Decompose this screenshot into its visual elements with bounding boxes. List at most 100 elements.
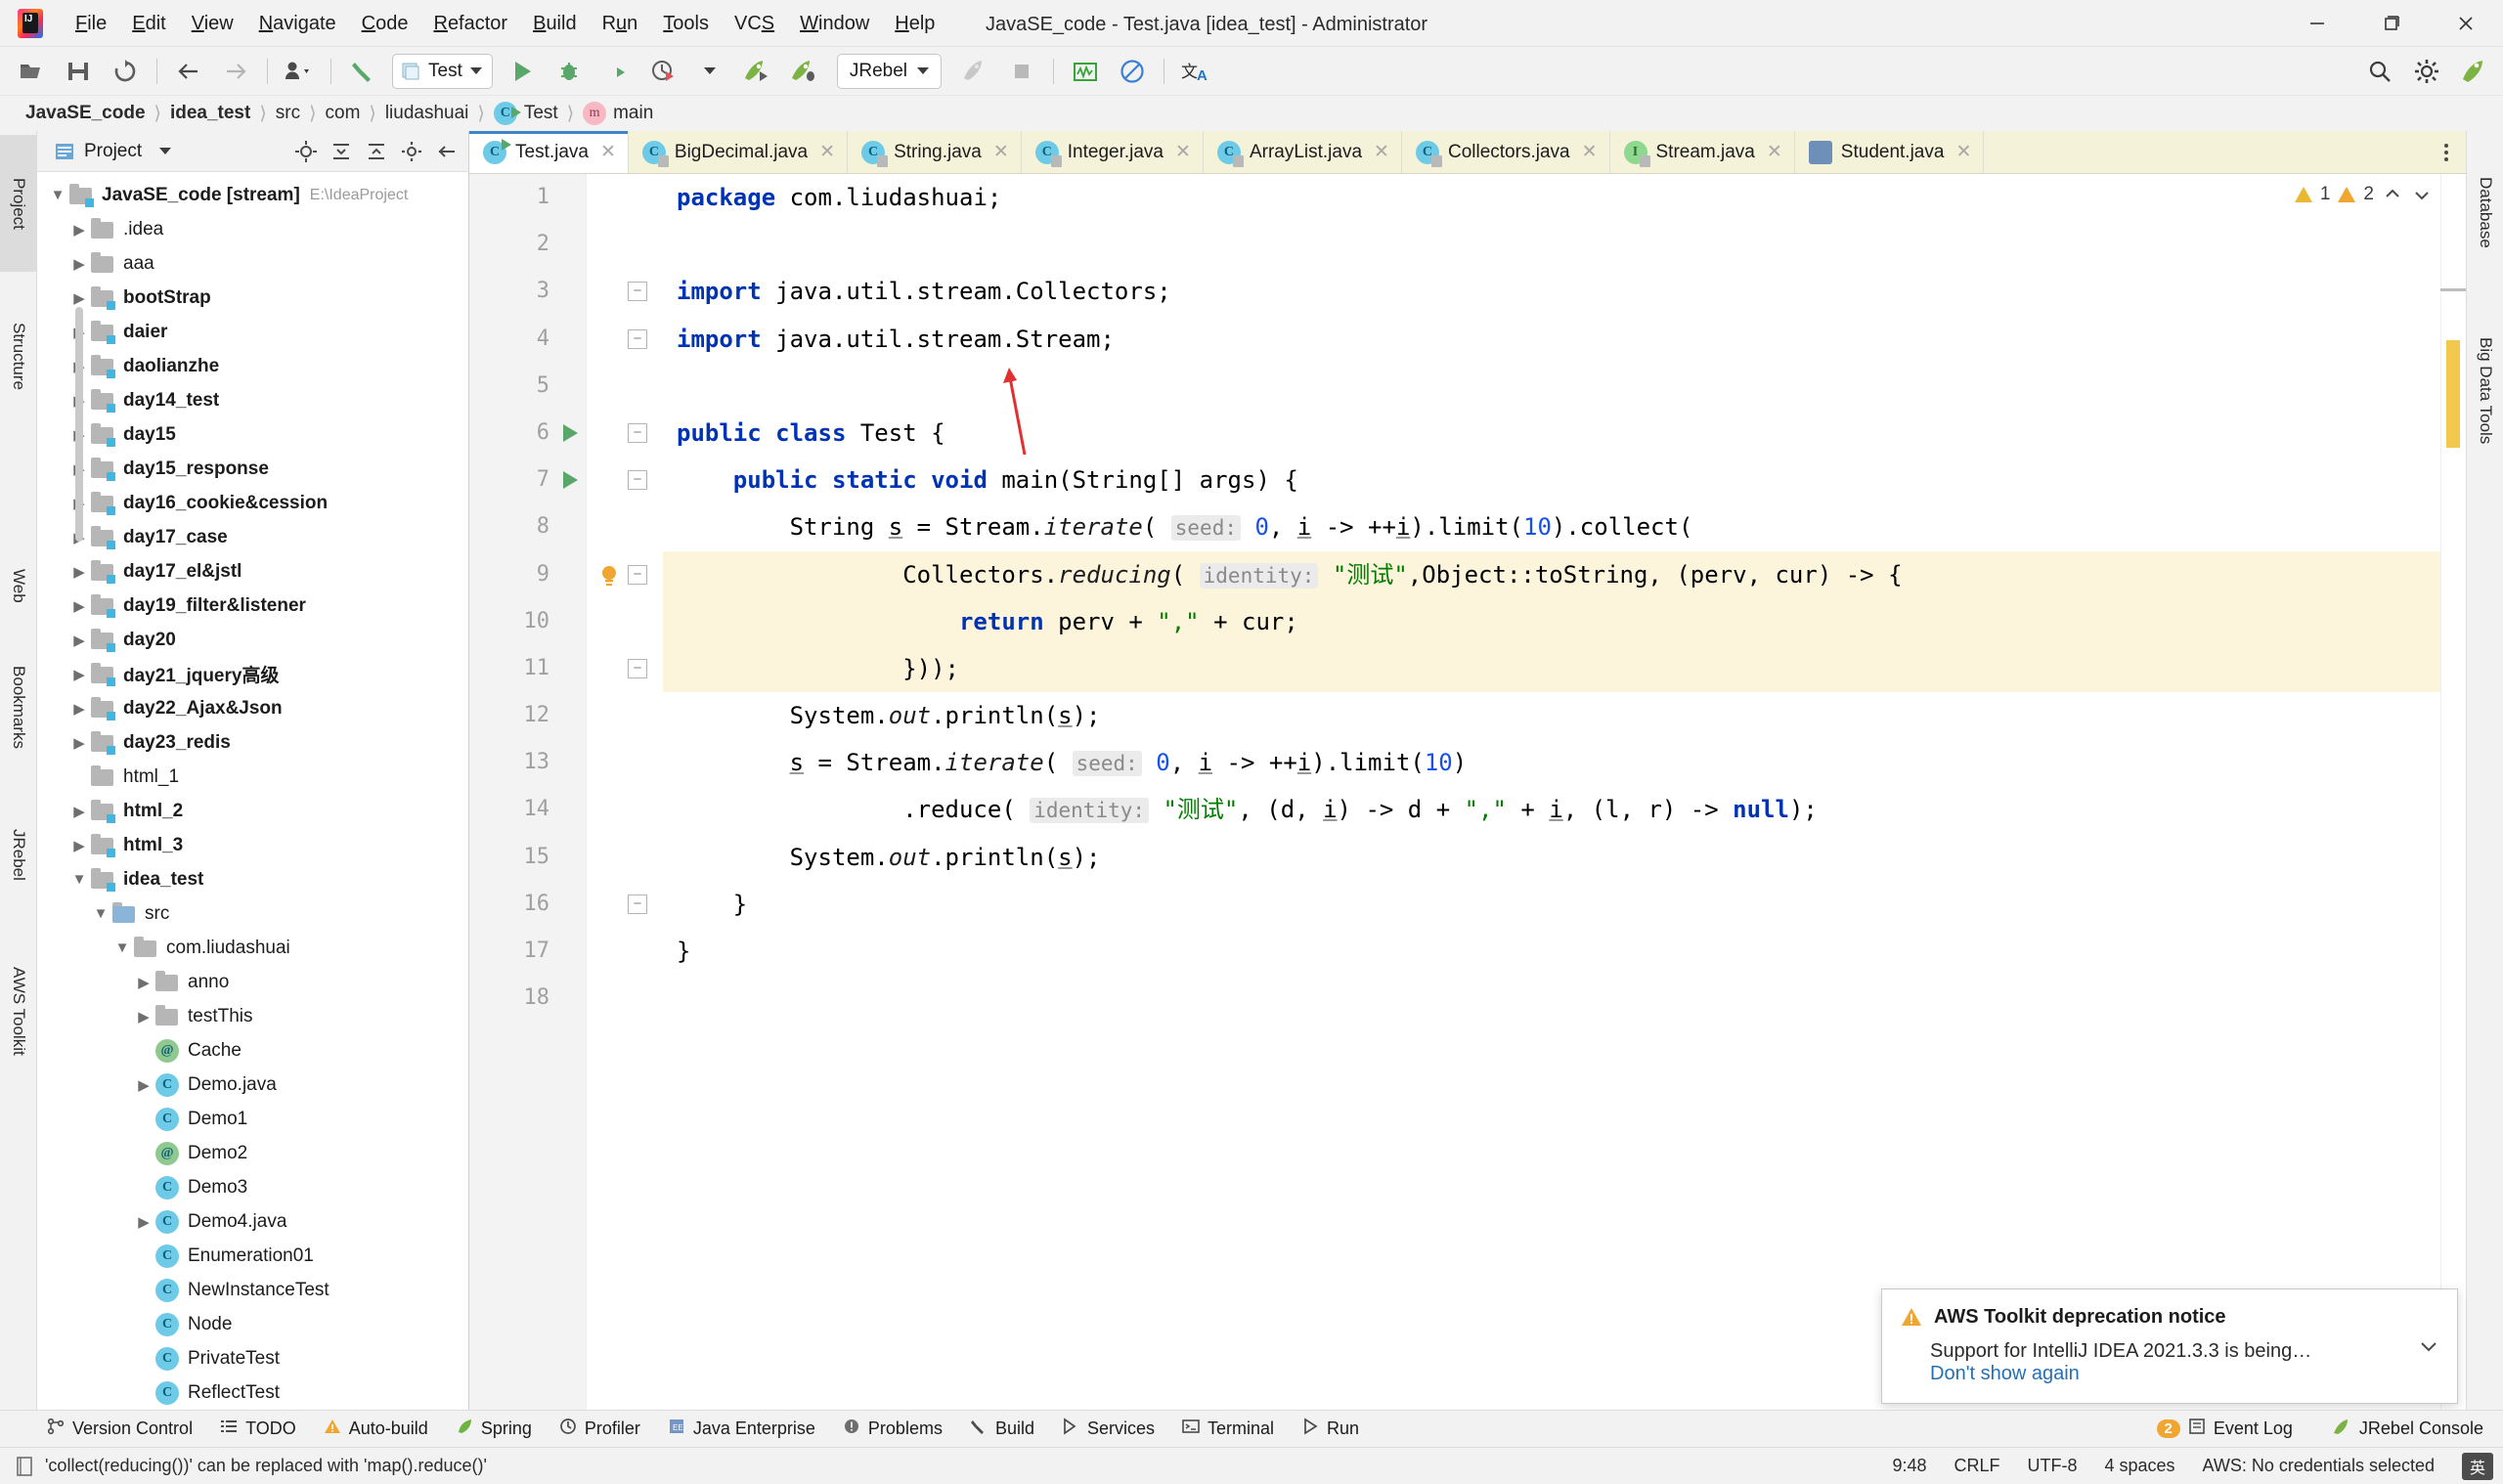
close-icon[interactable]: ✕ [1374, 141, 1389, 163]
jrebel-configuration-selector[interactable]: JRebel [836, 53, 943, 89]
editor-tab-bigdecimal-java[interactable]: C BigDecimal.java ✕ [628, 131, 849, 173]
close-icon[interactable]: ✕ [1175, 141, 1191, 163]
menu-file[interactable]: FFileile [63, 8, 119, 39]
chevron-down-icon[interactable] [917, 67, 930, 74]
dont-show-again-link[interactable]: Don't show again [1900, 1363, 2080, 1384]
close-button[interactable] [2429, 0, 2503, 47]
aws-credentials[interactable]: AWS: No credentials selected [2203, 1456, 2435, 1476]
chevron-right-icon[interactable]: ▶ [68, 563, 90, 581]
menu-bar[interactable]: FFileile Edit View Navigate Code Refacto… [63, 0, 947, 47]
tree-node[interactable]: C Demo3 [37, 1170, 468, 1204]
chevron-right-icon[interactable]: ▶ [68, 255, 90, 273]
sidebar-tab-structure[interactable]: Structure [0, 278, 37, 434]
tree-node[interactable]: C Demo1 [37, 1102, 468, 1136]
sync-icon[interactable] [106, 52, 145, 91]
search-icon[interactable] [2360, 52, 2399, 91]
tree-node[interactable]: html_1 [37, 760, 468, 794]
tree-node[interactable]: ▶day14_test [37, 383, 468, 417]
build-hammer-icon[interactable] [343, 52, 382, 91]
ime-indicator[interactable]: 英 [2461, 1452, 2493, 1480]
tool-window-run[interactable]: Run [1290, 1414, 1371, 1444]
menu-help[interactable]: Help [882, 8, 947, 39]
editor-tab-test-java[interactable]: C Test.java ✕ [469, 131, 629, 173]
window-controls[interactable] [2280, 0, 2503, 47]
tree-node[interactable]: ▶ .idea [37, 212, 468, 246]
code-line[interactable]: System.out.println(s); [663, 692, 2466, 739]
sidebar-tab-bookmarks[interactable]: Bookmarks [0, 630, 37, 786]
chevron-down-icon[interactable] [2416, 1333, 2441, 1359]
tree-node[interactable]: ▶ testThis [37, 999, 468, 1033]
code-line[interactable] [663, 363, 2466, 410]
chevron-down-icon[interactable] [150, 136, 181, 167]
code-fold-toggle[interactable]: − [628, 895, 647, 914]
menu-vcs[interactable]: VCS [722, 8, 787, 39]
chevron-right-icon[interactable]: ▶ [68, 221, 90, 239]
menu-refactor[interactable]: Refactor [420, 8, 520, 39]
editor-tab-string-java[interactable]: C String.java ✕ [848, 131, 1022, 173]
profile-dropdown-caret-icon[interactable] [690, 52, 729, 91]
tree-node[interactable]: ▶ day19_filter&listener [37, 589, 468, 623]
code-line[interactable]: Collectors.reducing( identity: "测试",Obje… [663, 550, 2466, 598]
menu-window[interactable]: Window [787, 8, 882, 39]
open-folder-icon[interactable] [12, 52, 51, 91]
inspection-summary[interactable]: 1 2 [2294, 184, 2433, 205]
close-icon[interactable]: ✕ [1955, 141, 1971, 163]
project-tree-scrollbar[interactable] [75, 307, 83, 542]
tree-node[interactable]: ▶ day22_Ajax&Json [37, 691, 468, 725]
tree-node[interactable]: ▶daier [37, 315, 468, 349]
chevron-right-icon[interactable]: ▶ [68, 632, 90, 649]
debug-icon[interactable] [549, 52, 589, 91]
code-line[interactable]: package com.liudashuai; [663, 174, 2466, 221]
code-fold-toggle[interactable]: − [628, 659, 647, 678]
run-icon[interactable] [503, 52, 542, 91]
code-line[interactable]: } [663, 928, 2466, 975]
tree-node[interactable]: ▶daolianzhe [37, 349, 468, 383]
tree-node[interactable]: C Enumeration01 [37, 1239, 468, 1273]
run-configuration-selector[interactable]: Test [392, 53, 493, 89]
menu-edit[interactable]: Edit [119, 8, 178, 39]
code-fold-toggle[interactable]: − [628, 423, 647, 443]
sidebar-tab-web[interactable]: Web [0, 542, 37, 630]
tree-node[interactable]: ▶ bootStrap [37, 281, 468, 315]
code-editor[interactable]: 1 2 3 4 5 6 7 8 9 10 11 12 13 14 15 16 17 18 package com.… [469, 174, 2466, 1410]
code-line[interactable]: })); [663, 644, 2466, 693]
chevron-right-icon[interactable]: ▶ [133, 974, 154, 991]
tree-node[interactable]: ▶day16_cookie&cession [37, 486, 468, 520]
tree-node[interactable]: ▼ src [37, 896, 468, 931]
close-icon[interactable]: ✕ [1582, 141, 1598, 163]
tool-window-profiler[interactable]: Profiler [548, 1414, 652, 1444]
code-fold-toggle[interactable]: − [628, 328, 647, 349]
chevron-right-icon[interactable]: ▶ [68, 289, 90, 307]
chevron-right-icon[interactable]: ▶ [133, 1213, 154, 1231]
tree-node[interactable]: C NewInstanceTest [37, 1273, 468, 1307]
breadcrumb-item-main-method[interactable]: m main [577, 100, 659, 127]
code-line[interactable]: .reduce( identity: "测试", (d, i) -> d + "… [663, 786, 2466, 833]
line-separator[interactable]: CRLF [1954, 1456, 1999, 1476]
tool-window-bar[interactable]: Version Control TODO Auto-build Spring Profi… [0, 1410, 2503, 1447]
inspection-marker[interactable] [2446, 340, 2460, 448]
code-line[interactable]: import java.util.stream.Stream; [663, 316, 2466, 363]
save-icon[interactable] [59, 52, 98, 91]
tree-node[interactable]: ▶ C Demo.java [37, 1068, 468, 1102]
code-line[interactable] [663, 221, 2466, 268]
tree-node[interactable]: C PrivateTest [37, 1341, 468, 1375]
tree-node[interactable]: @ Cache [37, 1033, 468, 1068]
gutter-run-icon[interactable] [563, 471, 578, 490]
editor-marker-bar[interactable] [2440, 174, 2466, 1410]
chevron-right-icon[interactable]: ▶ [68, 803, 90, 820]
intention-bulb-icon[interactable] [596, 563, 622, 589]
notification-popup[interactable]: AWS Toolkit deprecation notice Support f… [1881, 1288, 2458, 1404]
sidebar-tab-project[interactable]: Project [0, 135, 37, 272]
tool-window-jrebel-console[interactable]: JRebel Console [2320, 1414, 2495, 1444]
code-fold-toggle[interactable]: − [628, 564, 647, 585]
menu-view[interactable]: View [179, 8, 246, 39]
editor-tab-strip[interactable]: C Test.java ✕ C BigDecimal.java ✕ C String.java… [469, 131, 2466, 174]
tree-node[interactable]: ▼ idea_test [37, 862, 468, 896]
menu-run[interactable]: Run [590, 8, 651, 39]
sidebar-tab-jrebel[interactable]: JRebel [0, 791, 37, 918]
chevron-down-icon[interactable]: ▼ [47, 187, 68, 203]
translate-icon[interactable]: 文A [1176, 52, 1215, 91]
editor-tab-student-java[interactable]: Student.java ✕ [1794, 131, 1985, 173]
code-line[interactable] [663, 975, 2466, 1022]
breadcrumb-item-liudashuai[interactable]: liudashuai [379, 101, 475, 126]
